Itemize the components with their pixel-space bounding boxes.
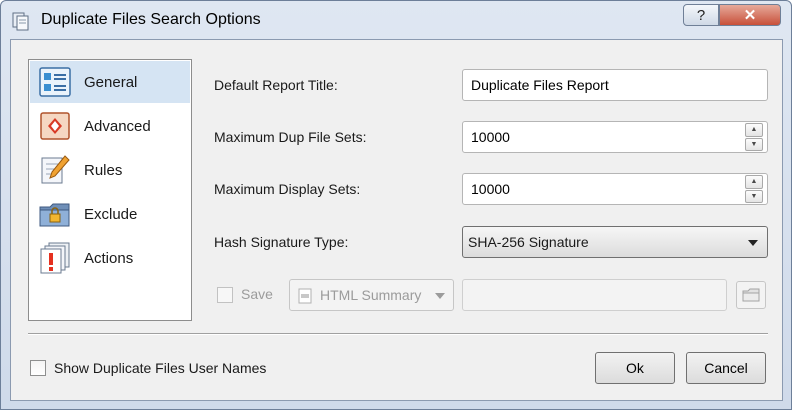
close-button[interactable]: ✕ bbox=[719, 4, 781, 26]
nav-item-label: Rules bbox=[84, 161, 123, 179]
nav-item-exclude[interactable]: Exclude bbox=[30, 193, 190, 235]
spin-up-button[interactable]: ▲ bbox=[745, 123, 763, 137]
max-dup-sets-spinner: ▲ ▼ bbox=[745, 123, 763, 151]
nav-item-advanced[interactable]: Advanced bbox=[30, 105, 190, 147]
hash-type-dropdown[interactable]: SHA-256 Signature bbox=[462, 226, 768, 258]
save-checkbox[interactable] bbox=[217, 287, 233, 303]
spin-up-button[interactable]: ▲ bbox=[745, 175, 763, 189]
folder-icon bbox=[742, 288, 760, 302]
show-user-names-checkbox[interactable] bbox=[30, 360, 46, 376]
save-path-input[interactable] bbox=[462, 279, 727, 311]
cancel-button[interactable]: Cancel bbox=[686, 352, 766, 384]
help-button[interactable]: ? bbox=[683, 4, 719, 26]
max-display-sets-input[interactable] bbox=[462, 173, 768, 205]
html-file-icon bbox=[298, 288, 312, 304]
spin-down-button[interactable]: ▼ bbox=[745, 137, 763, 151]
dialog-window: Duplicate Files Search Options ? ✕ Gener bbox=[0, 0, 792, 410]
nav-item-label: General bbox=[84, 73, 138, 91]
window-title: Duplicate Files Search Options bbox=[41, 11, 261, 28]
dialog-body: General Advanced Rules Exclude Actions D… bbox=[10, 39, 783, 401]
ok-button[interactable]: Ok bbox=[595, 352, 675, 384]
app-icon bbox=[12, 12, 29, 31]
help-icon: ? bbox=[696, 6, 706, 24]
rules-pencil-icon bbox=[41, 155, 70, 184]
save-format-dropdown[interactable]: HTML Summary bbox=[289, 279, 454, 311]
nav-item-actions[interactable]: Actions bbox=[30, 237, 190, 279]
chevron-up-icon: ▲ bbox=[750, 178, 758, 186]
category-list: General Advanced Rules Exclude Actions bbox=[28, 59, 192, 321]
spin-down-button[interactable]: ▼ bbox=[745, 189, 763, 203]
footer-separator bbox=[28, 333, 768, 335]
exclude-lock-folder-icon bbox=[39, 203, 70, 227]
nav-item-general[interactable]: General bbox=[30, 61, 190, 103]
max-dup-sets-input[interactable] bbox=[462, 121, 768, 153]
report-title-label: Default Report Title: bbox=[214, 77, 338, 93]
report-title-input[interactable] bbox=[462, 69, 768, 101]
max-dup-sets-label: Maximum Dup File Sets: bbox=[214, 129, 367, 145]
chevron-down-icon: ▼ bbox=[750, 192, 758, 200]
save-format-value: HTML Summary bbox=[320, 287, 422, 303]
max-display-sets-spinner: ▲ ▼ bbox=[745, 175, 763, 203]
hash-type-label: Hash Signature Type: bbox=[214, 234, 349, 250]
hash-type-value: SHA-256 Signature bbox=[468, 234, 589, 250]
save-label: Save bbox=[241, 286, 273, 302]
actions-exclamation-icon bbox=[40, 242, 70, 274]
chevron-down-icon bbox=[748, 240, 758, 246]
nav-item-label: Exclude bbox=[84, 205, 138, 223]
advanced-settings-icon bbox=[40, 112, 70, 140]
chevron-down-icon: ▼ bbox=[750, 140, 758, 148]
title-bar[interactable]: Duplicate Files Search Options ? ✕ bbox=[1, 1, 791, 39]
general-settings-icon bbox=[39, 67, 71, 97]
show-user-names-label: Show Duplicate Files User Names bbox=[54, 360, 267, 376]
nav-item-label: Advanced bbox=[84, 117, 151, 135]
chevron-up-icon: ▲ bbox=[750, 126, 758, 134]
close-icon: ✕ bbox=[743, 7, 757, 24]
max-display-sets-label: Maximum Display Sets: bbox=[214, 181, 361, 197]
browse-folder-button[interactable] bbox=[736, 281, 766, 309]
nav-item-label: Actions bbox=[84, 249, 134, 267]
chevron-down-icon bbox=[435, 293, 445, 299]
nav-item-rules[interactable]: Rules bbox=[30, 149, 190, 191]
